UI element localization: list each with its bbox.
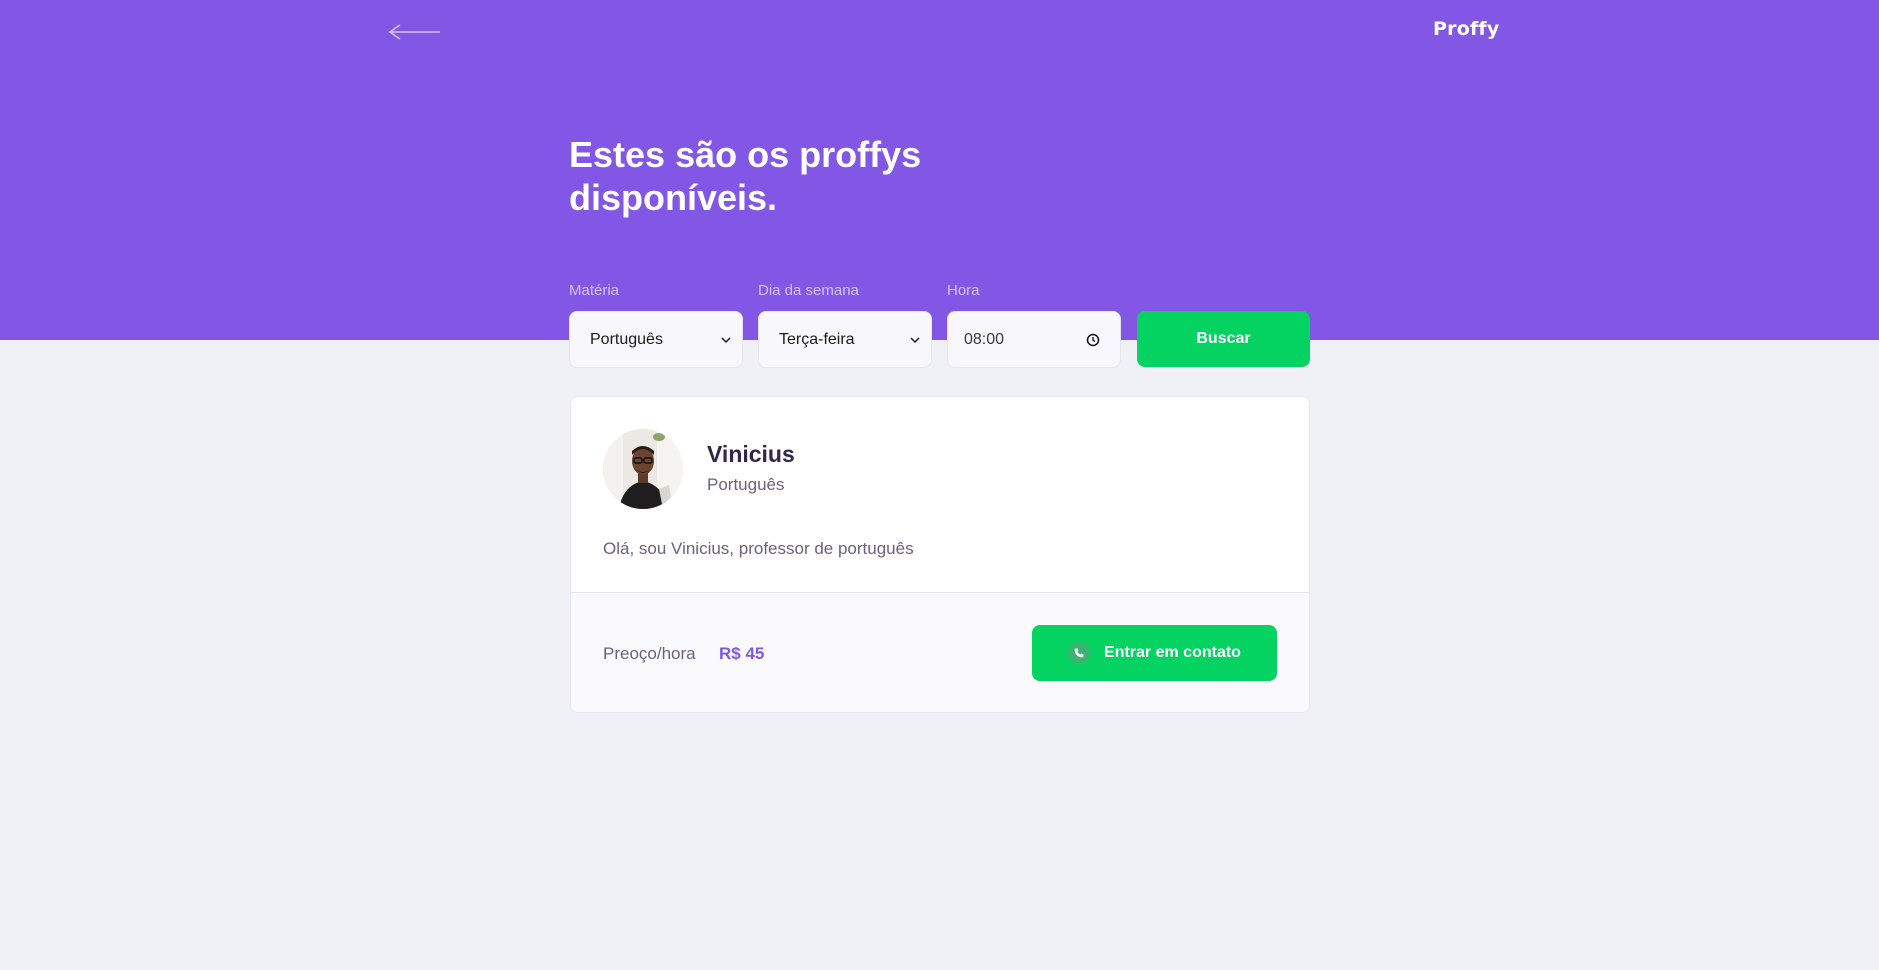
time-value: 08:00 [964,330,1005,348]
weekday-value: Terça-feira [779,330,855,348]
weekday-select[interactable]: Terça-feira [758,311,932,368]
price-label: Preoço/hora [603,644,696,663]
subject-label: Matéria [569,282,620,299]
clock-icon[interactable] [1086,333,1100,347]
back-button[interactable] [388,20,442,44]
teacher-subject: Português [707,475,785,494]
search-button[interactable]: Buscar [1137,311,1310,367]
teacher-bio: Olá, sou Vinicius, professor de portuguê… [603,539,914,558]
logo: Proffy [1433,18,1500,40]
contact-button[interactable]: Entrar em contato [1032,625,1277,681]
teacher-card: Vinicius Português Olá, sou Vinicius, pr… [570,396,1310,713]
page-header: Proffy Estes são os proffys disponíveis.… [0,0,1879,368]
teacher-name: Vinicius [707,441,795,467]
whatsapp-icon [1068,642,1091,664]
time-input[interactable]: 08:00 [947,311,1121,368]
contact-button-label: Entrar em contato [1104,644,1241,661]
price-value: R$ 45 [719,644,765,663]
avatar [603,429,683,509]
card-footer: Preoço/hora R$ 45 Entrar em contato [571,592,1309,712]
chevron-down-icon [910,336,920,343]
page-title: Estes são os proffys disponíveis. [569,134,922,218]
chevron-down-icon [721,336,731,343]
arrow-left-icon [388,24,440,40]
weekday-label: Dia da semana [758,282,859,299]
subject-value: Português [590,330,663,348]
time-label: Hora [947,282,980,299]
subject-select[interactable]: Português [569,311,743,368]
